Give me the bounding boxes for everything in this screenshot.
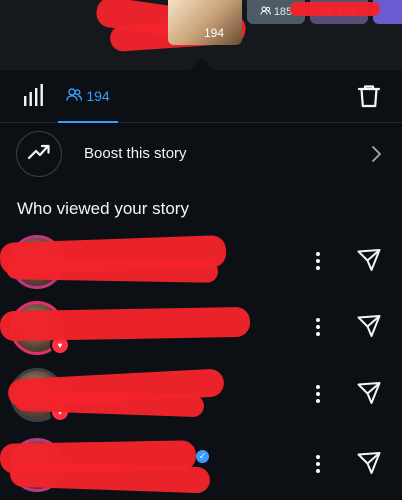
people-icon xyxy=(260,6,271,18)
more-vertical-icon[interactable] xyxy=(310,382,326,408)
viewers-count: 194 xyxy=(86,88,110,104)
story-thumbnail-active[interactable]: 194 xyxy=(168,0,242,45)
trending-up-icon xyxy=(27,144,51,165)
redaction-mark xyxy=(0,306,251,342)
boost-label: Boost this story xyxy=(84,145,187,162)
chevron-right-icon xyxy=(368,144,384,164)
send-icon[interactable] xyxy=(356,247,382,273)
boost-icon-circle xyxy=(16,131,62,177)
redaction-mark xyxy=(290,2,380,16)
boost-story-row[interactable]: Boost this story xyxy=(0,123,402,185)
viewer-row[interactable]: ♥ xyxy=(0,362,402,428)
send-icon[interactable] xyxy=(356,380,382,406)
more-vertical-icon[interactable] xyxy=(310,315,326,341)
viewer-row[interactable]: ♥ xyxy=(0,295,402,361)
send-icon[interactable] xyxy=(356,313,382,339)
viewer-row[interactable] xyxy=(0,229,402,295)
verified-badge-icon: ✓ xyxy=(196,450,209,463)
story-tab-bar: 194 xyxy=(0,70,402,123)
story-view-count: 194 xyxy=(203,26,224,40)
section-title: Who viewed your story xyxy=(17,199,189,218)
send-icon[interactable] xyxy=(356,450,382,476)
redaction-mark xyxy=(5,257,219,283)
more-vertical-icon[interactable] xyxy=(310,452,326,478)
more-vertical-icon[interactable] xyxy=(310,249,326,275)
bar-chart-icon[interactable] xyxy=(22,84,46,108)
story-thumbnail-strip: 194 185 174 xyxy=(0,0,402,70)
trash-icon[interactable] xyxy=(356,83,382,109)
people-icon xyxy=(66,88,83,104)
viewer-row[interactable]: ✓ xyxy=(0,432,402,498)
active-story-caret xyxy=(190,58,214,70)
tab-viewers[interactable]: 194 xyxy=(58,70,118,123)
